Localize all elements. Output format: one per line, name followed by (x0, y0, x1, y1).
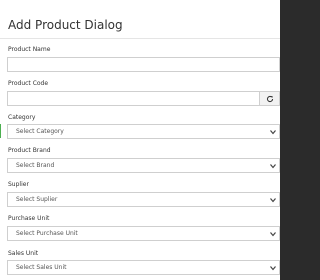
sales-unit-selected: Select Sales Unit (16, 264, 67, 271)
dialog-header: Add Product Dialog (0, 0, 280, 39)
add-product-dialog: Add Product Dialog Product Name Product … (0, 0, 280, 280)
sales-unit-label: Sales Unit (8, 250, 39, 257)
purchase-unit-selected: Select Purchase Unit (16, 230, 78, 237)
supplier-selected: Select Suplier (16, 196, 58, 203)
product-brand-select[interactable]: Select Brand (7, 158, 280, 173)
dialog-title: Add Product Dialog (8, 18, 123, 32)
product-name-input[interactable] (7, 57, 280, 72)
chevron-down-icon (270, 130, 276, 135)
category-label: Category (8, 114, 36, 121)
refresh-icon (266, 95, 274, 103)
sales-unit-select[interactable]: Select Sales Unit (7, 260, 280, 275)
purchase-unit-label: Purchase Unit (8, 215, 50, 222)
product-brand-selected: Select Brand (16, 162, 55, 169)
chevron-down-icon (270, 164, 276, 169)
category-selected: Select Category (16, 128, 64, 135)
refresh-code-button[interactable] (259, 91, 280, 106)
left-edge-indicator (0, 124, 1, 138)
chevron-down-icon (270, 266, 276, 271)
chevron-down-icon (270, 232, 276, 237)
product-brand-label: Product Brand (8, 147, 51, 154)
purchase-unit-select[interactable]: Select Purchase Unit (7, 226, 280, 241)
product-code-label: Product Code (8, 80, 49, 87)
product-name-label: Product Name (8, 46, 51, 53)
supplier-label: Suplier (8, 181, 29, 188)
category-select[interactable]: Select Category (7, 124, 280, 139)
product-code-input[interactable] (7, 91, 259, 106)
chevron-down-icon (270, 198, 276, 203)
supplier-select[interactable]: Select Suplier (7, 192, 280, 207)
